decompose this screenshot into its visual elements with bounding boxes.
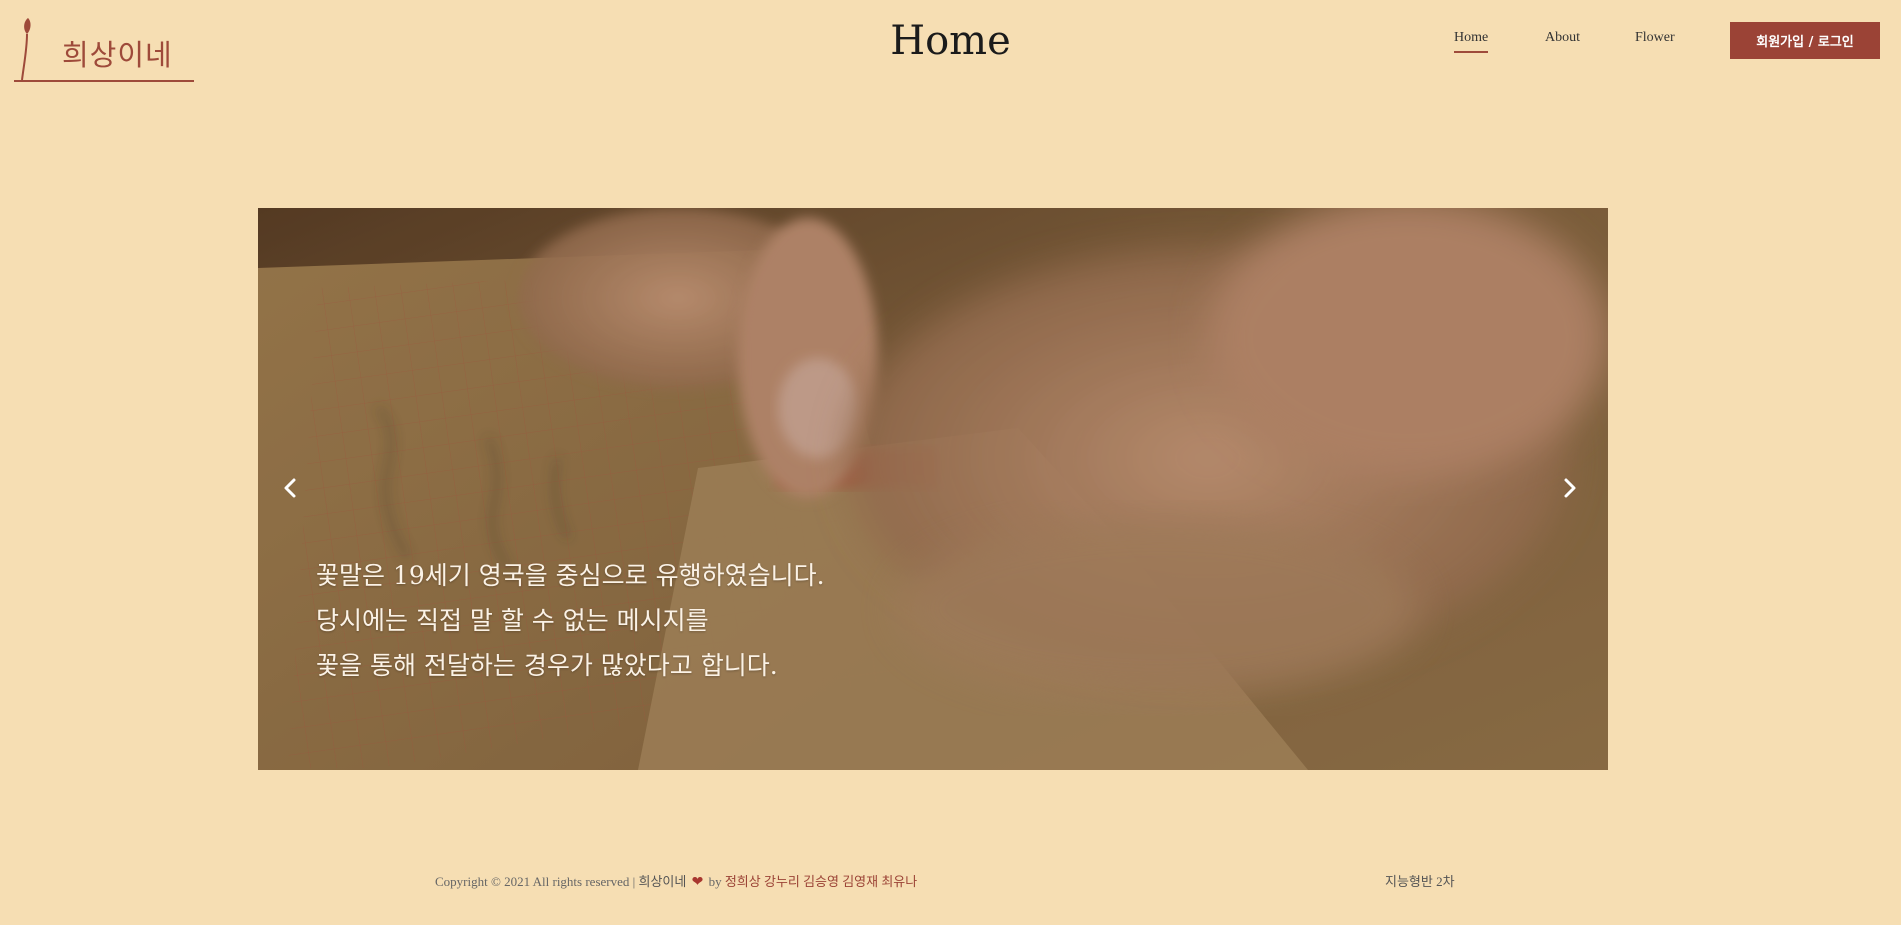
- carousel-prev-button[interactable]: [270, 468, 310, 508]
- signup-login-button[interactable]: 회원가입 / 로그인: [1730, 22, 1880, 59]
- hero-carousel: 꽃말은 19세기 영국을 중심으로 유행하였습니다. 당시에는 직접 말 할 수…: [258, 208, 1608, 770]
- logo-underline: [14, 80, 194, 82]
- carousel-caption: 꽃말은 19세기 영국을 중심으로 유행하였습니다. 당시에는 직접 말 할 수…: [316, 553, 825, 688]
- page-title: Home: [890, 18, 1011, 64]
- footer-class-label: 지능형반 2차: [1385, 874, 1455, 889]
- footer-names: 정희상 강누리 김승영 김영재 최유나: [724, 874, 918, 889]
- heart-icon: ❤: [691, 875, 704, 890]
- nav-about[interactable]: About: [1545, 30, 1580, 46]
- footer-by: by: [708, 874, 722, 889]
- chevron-right-icon: [1564, 478, 1576, 498]
- caption-line: 꽃을 통해 전달하는 경우가 많았다고 합니다.: [316, 651, 778, 680]
- carousel-next-button[interactable]: [1550, 468, 1590, 508]
- caption-line: 당시에는 직접 말 할 수 없는 메시지를: [316, 606, 709, 635]
- chevron-left-icon: [284, 478, 296, 498]
- footer-brand: 희상이네: [638, 874, 687, 889]
- nav-home[interactable]: Home: [1454, 30, 1489, 53]
- nav-flower[interactable]: Flower: [1635, 30, 1675, 46]
- footer-copyright: Copyright © 2021 All rights reserved | 희…: [435, 871, 917, 891]
- caption-line: 꽃말은 19세기 영국을 중심으로 유행하였습니다.: [316, 561, 825, 590]
- copyright-text: Copyright © 2021 All rights reserved |: [435, 874, 636, 889]
